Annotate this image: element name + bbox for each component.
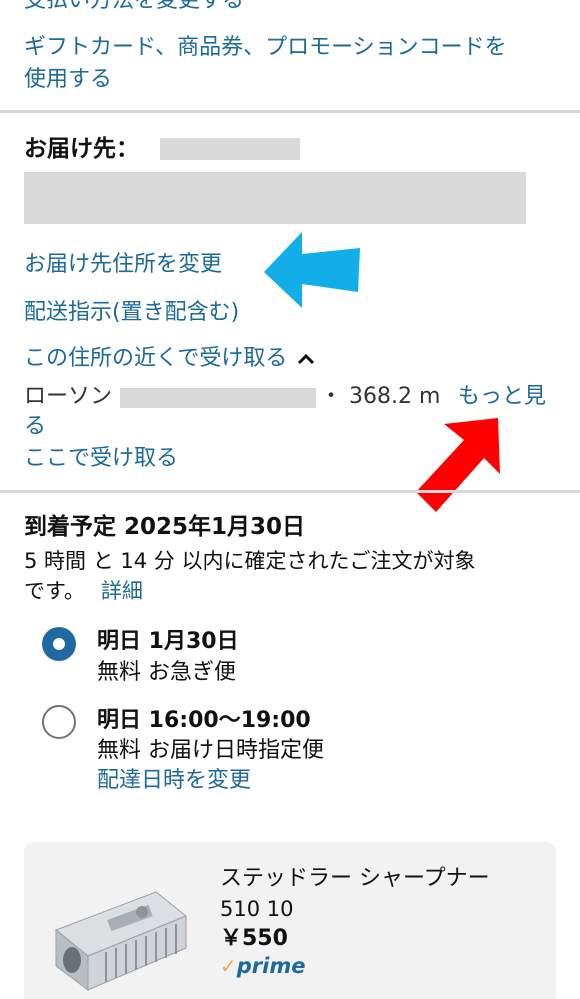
- product-name: ステッドラー シャープナー: [220, 866, 490, 891]
- order-cutoff-notice-line2: です。 詳細: [24, 576, 143, 606]
- sharpener-product-image: [55, 891, 187, 991]
- shipping-option-2-subtitle: 無料 お届け日時指定便: [97, 738, 324, 763]
- product-model: 510 10: [220, 897, 294, 921]
- section-divider-1: [0, 110, 580, 113]
- product-card[interactable]: ステッドラー シャープナー 510 10 ￥550 ✓ prime: [24, 842, 556, 999]
- pickup-nearby-toggle[interactable]: この住所の近くで受け取る: [24, 344, 315, 374]
- shipping-option-2-title: 明日 16:00〜19:00: [97, 708, 311, 733]
- change-address-link[interactable]: お届け先住所を変更: [24, 250, 222, 280]
- chevron-up-icon: [298, 353, 315, 365]
- see-more-link[interactable]: もっと見: [458, 382, 546, 412]
- details-link[interactable]: 詳細: [101, 576, 143, 606]
- product-price: ￥550: [220, 926, 288, 951]
- redacted-recipient-name: [160, 138, 300, 160]
- pickup-distance: ・ 368.2 m: [320, 384, 441, 409]
- prime-label: prime: [236, 954, 306, 978]
- prime-check-icon: ✓: [220, 954, 237, 978]
- see-more-link-continued[interactable]: る: [24, 412, 46, 442]
- apply-gift-card-link[interactable]: ギフトカード、商品券、プロモーションコードを 使用する: [24, 32, 507, 96]
- pickup-here-link[interactable]: ここで受け取る: [24, 444, 178, 474]
- pickup-nearby-label: この住所の近くで受け取る: [24, 346, 288, 371]
- prime-badge: ✓ prime: [220, 954, 305, 978]
- section-divider-2: [0, 490, 580, 493]
- order-cutoff-notice-tail: です。: [24, 579, 85, 603]
- gift-card-link-line2: 使用する: [24, 67, 113, 92]
- shipping-option-1-title: 明日 1月30日: [97, 629, 239, 654]
- shipping-option-1-subtitle: 無料 お急ぎ便: [97, 660, 236, 685]
- shipping-option-radio-selected[interactable]: [42, 627, 76, 661]
- redacted-address: [24, 172, 526, 224]
- change-delivery-datetime-link[interactable]: 配達日時を変更: [97, 766, 251, 796]
- redacted-store-name: [120, 388, 316, 408]
- gift-card-link-line1: ギフトカード、商品券、プロモーションコードを: [24, 35, 507, 60]
- delivery-instructions-link[interactable]: 配送指示(置き配含む): [24, 298, 239, 328]
- shipping-option-radio[interactable]: [42, 705, 76, 739]
- red-arrow-annotation: [416, 418, 500, 512]
- delivery-address-heading: お届け先：: [24, 136, 139, 162]
- order-cutoff-notice: 5 時間 と 14 分 以内に確定されたご注文が対象: [24, 549, 476, 573]
- arrival-heading: 到着予定 2025年1月30日: [24, 514, 306, 540]
- pickup-store-name: ローソン: [24, 384, 113, 409]
- blue-arrow-annotation: [264, 232, 360, 308]
- change-payment-method-link[interactable]: 支払い方法を変更する: [24, 0, 244, 16]
